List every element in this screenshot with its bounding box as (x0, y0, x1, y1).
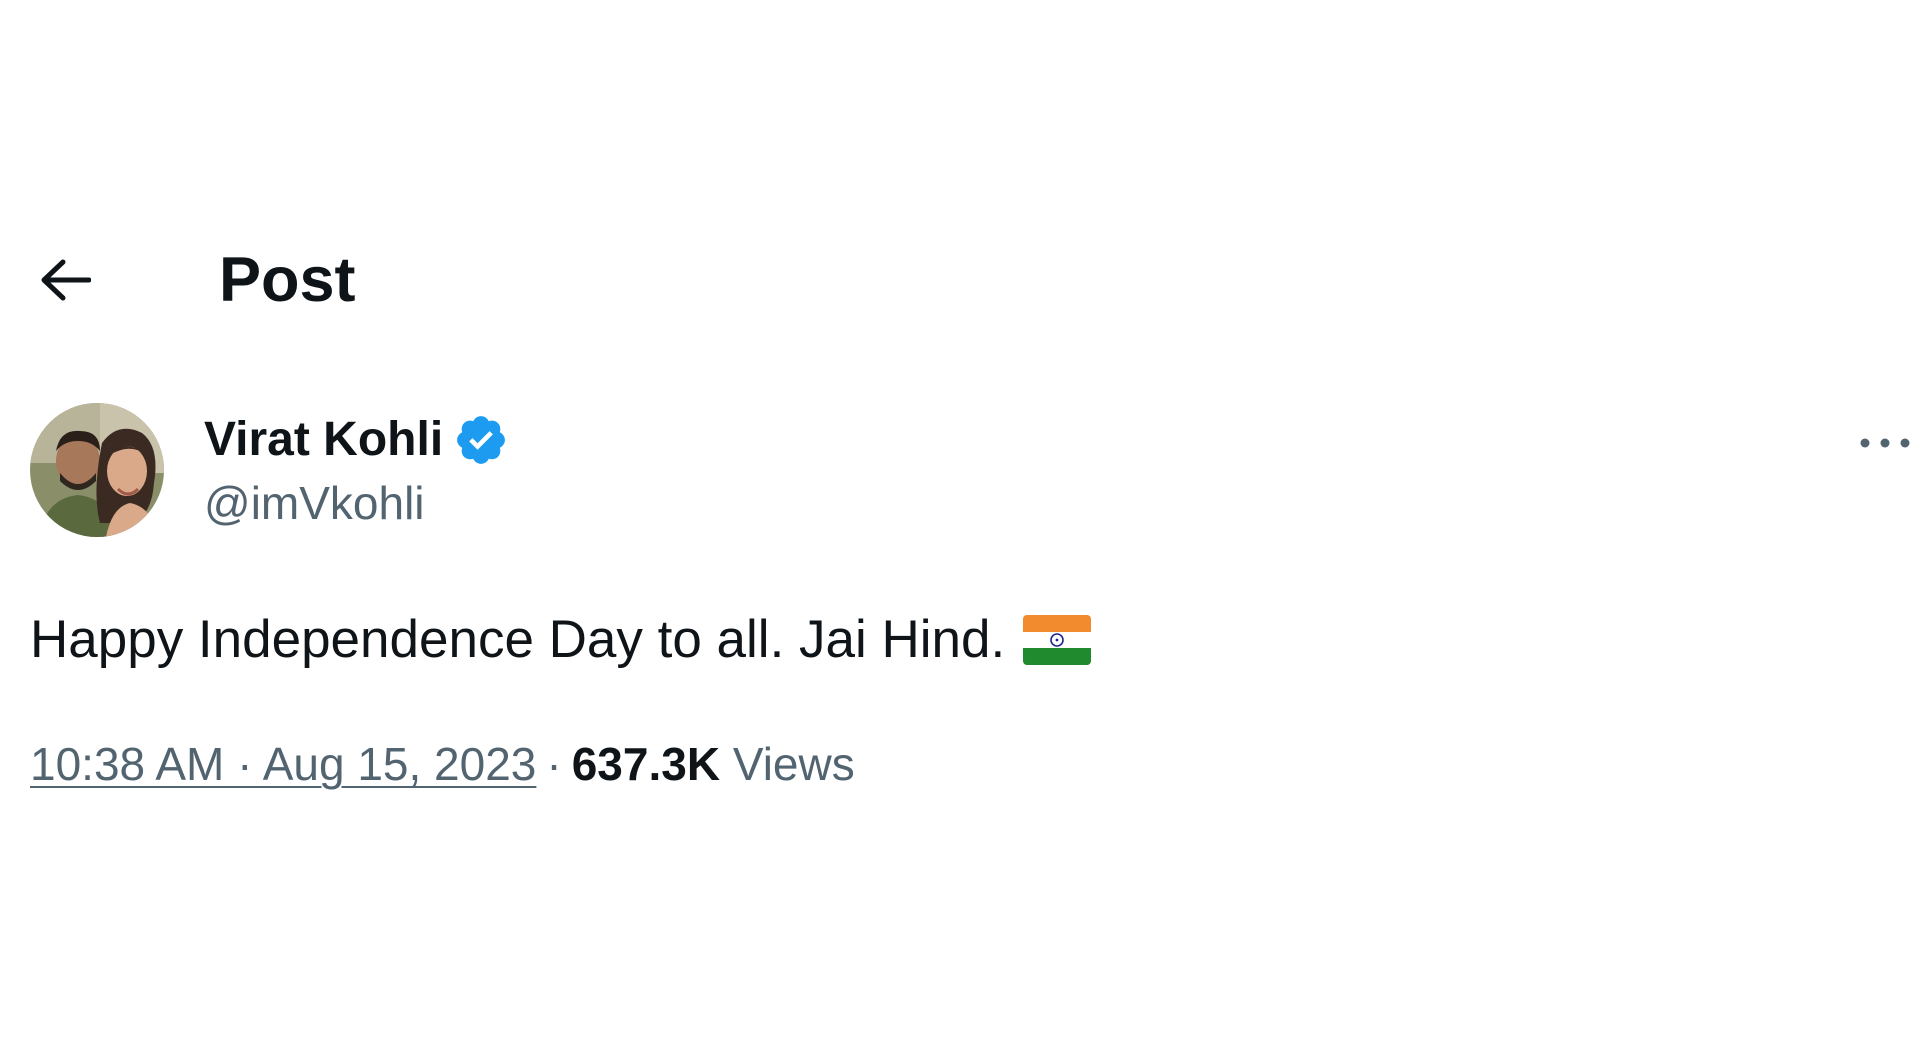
more-horizontal-icon (1860, 438, 1910, 448)
views-count: 637.3K (571, 738, 721, 790)
meta-separator: · (546, 738, 562, 790)
tweet-body: Happy Independence Day to all. Jai Hind. (30, 608, 1092, 672)
views-label: Views (732, 738, 855, 790)
verified-badge-icon (457, 416, 506, 464)
avatar[interactable] (30, 403, 164, 537)
avatar-photo (30, 403, 164, 537)
display-name: Virat Kohli (204, 413, 444, 466)
timestamp-link[interactable]: 10:38 AM · Aug 15, 2023 (30, 738, 536, 790)
more-options-button[interactable] (1855, 425, 1915, 461)
page-header: Post (0, 230, 1920, 330)
post-page: Post Virat Kohli @imVkohli Happy Indepen… (0, 0, 1920, 1047)
india-flag-icon (1023, 615, 1092, 665)
tweet-text: Happy Independence Day to all. Jai Hind. (30, 610, 1006, 669)
tweet-meta: 10:38 AM · Aug 15, 2023 · 637.3K Views (30, 736, 855, 792)
back-button[interactable] (30, 250, 100, 310)
author-handle[interactable]: @imVkohli (204, 475, 425, 531)
author-name-link[interactable]: Virat Kohli (204, 411, 509, 469)
page-title: Post (219, 245, 356, 315)
arrow-left-icon (41, 259, 91, 301)
author-row: Virat Kohli @imVkohli (0, 403, 1920, 543)
